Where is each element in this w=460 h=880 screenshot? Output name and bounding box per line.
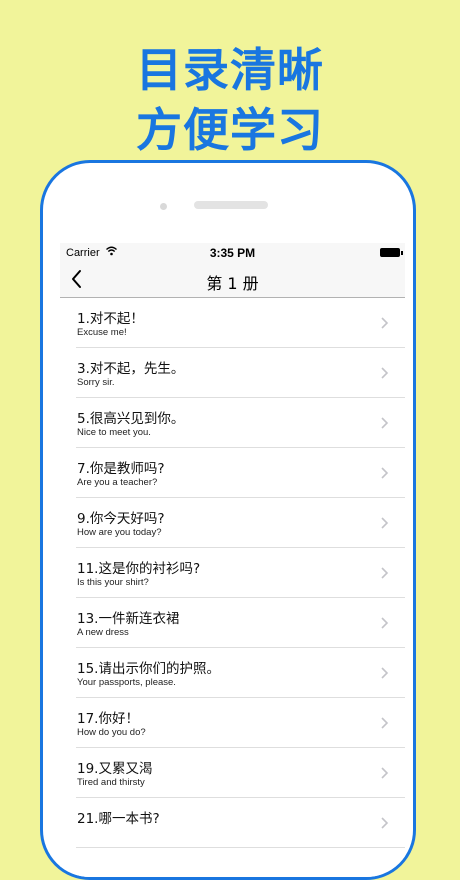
row-separator: [76, 847, 405, 848]
lesson-row[interactable]: 11.这是你的衬衫吗? Is this your shirt?: [60, 548, 405, 598]
lesson-title-chinese: 11.这是你的衬衫吗?: [77, 561, 201, 577]
front-camera: [160, 203, 167, 210]
lesson-title-english: How are you today?: [77, 527, 162, 538]
chevron-right-icon: [381, 567, 389, 579]
navigation-bar: 第 1 册: [60, 263, 405, 298]
lesson-title-chinese: 19.又累又渴: [77, 761, 153, 777]
lesson-title-chinese: 13.一件新连衣裙: [77, 611, 180, 627]
lesson-title-chinese: 3.对不起，先生。: [77, 361, 185, 377]
app-screen: Carrier 3:35 PM 第 1 册 1.对不起！ Excuse me! 3.…: [60, 243, 405, 877]
phone-frame: Carrier 3:35 PM 第 1 册 1.对不起！ Excuse me! 3.…: [40, 160, 416, 880]
lesson-row[interactable]: 1.对不起！ Excuse me!: [60, 298, 405, 348]
earpiece-speaker: [194, 201, 268, 209]
chevron-right-icon: [381, 767, 389, 779]
chevron-right-icon: [381, 817, 389, 829]
chevron-right-icon: [381, 367, 389, 379]
lesson-row[interactable]: 3.对不起，先生。 Sorry sir.: [60, 348, 405, 398]
lesson-title-english: How do you do?: [77, 727, 146, 738]
status-bar: Carrier 3:35 PM: [60, 243, 405, 263]
chevron-right-icon: [381, 467, 389, 479]
promo-headline-line2: 方便学习: [136, 103, 324, 157]
lesson-title-chinese: 1.对不起！: [77, 311, 144, 327]
lesson-title-english: Tired and thirsty: [77, 777, 145, 788]
battery-icon: [380, 248, 403, 257]
lesson-title-english: Excuse me!: [77, 327, 127, 338]
lesson-title-chinese: 21.哪一本书?: [77, 811, 160, 827]
lesson-row[interactable]: 5.很高兴见到你。 Nice to meet you.: [60, 398, 405, 448]
lesson-title-chinese: 9.你今天好吗?: [77, 511, 165, 527]
lesson-title-english: Is this your shirt?: [77, 577, 149, 588]
chevron-right-icon: [381, 417, 389, 429]
lesson-title-chinese: 7.你是教师吗?: [77, 461, 165, 477]
lesson-row[interactable]: 7.你是教师吗? Are you a teacher?: [60, 448, 405, 498]
lesson-title-chinese: 5.很高兴见到你。: [77, 411, 185, 427]
lesson-title-english: Sorry sir.: [77, 377, 115, 388]
chevron-right-icon: [381, 667, 389, 679]
lesson-row[interactable]: 21.哪一本书?: [60, 798, 405, 848]
chevron-right-icon: [381, 317, 389, 329]
lesson-title-english: Are you a teacher?: [77, 477, 158, 488]
chevron-right-icon: [381, 717, 389, 729]
lesson-row[interactable]: 13.一件新连衣裙 A new dress: [60, 598, 405, 648]
lesson-title-english: Nice to meet you.: [77, 427, 151, 438]
lesson-row[interactable]: 15.请出示你们的护照。 Your passports, please.: [60, 648, 405, 698]
lesson-title-english: Your passports, please.: [77, 677, 176, 688]
lesson-title-chinese: 17.你好！: [77, 711, 139, 727]
lesson-row[interactable]: 9.你今天好吗? How are you today?: [60, 498, 405, 548]
lesson-row[interactable]: 17.你好！ How do you do?: [60, 698, 405, 748]
promo-headline-line1: 目录清晰: [136, 43, 324, 97]
lesson-list: 1.对不起！ Excuse me! 3.对不起，先生。 Sorry sir. 5.很高兴…: [60, 298, 405, 848]
nav-title: 第 1 册: [206, 274, 259, 293]
status-time: 3:35 PM: [209, 246, 256, 260]
lesson-row[interactable]: 19.又累又渴 Tired and thirsty: [60, 748, 405, 798]
chevron-right-icon: [381, 617, 389, 629]
lesson-title-chinese: 15.请出示你们的护照。: [77, 661, 220, 677]
chevron-right-icon: [381, 517, 389, 529]
lesson-title-english: A new dress: [77, 627, 129, 638]
